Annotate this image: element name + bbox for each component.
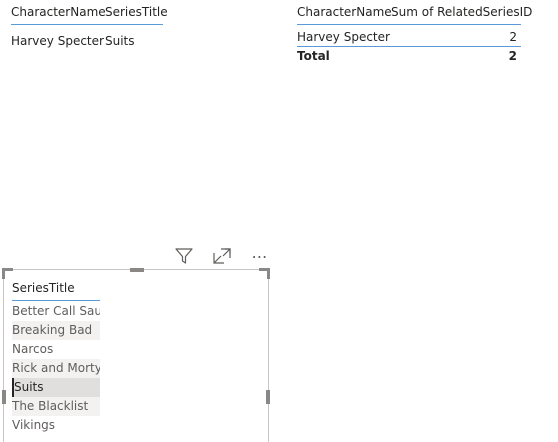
slicer-item[interactable]: Rick and Morty: [12, 359, 100, 378]
slicer-item[interactable]: The Blacklist: [12, 397, 100, 416]
slicer-list: Better Call Saul Breaking Bad Narcos Ric…: [12, 302, 100, 435]
more-options-icon[interactable]: ⋯: [248, 246, 272, 266]
focus-mode-icon[interactable]: [210, 246, 234, 266]
cell-sum-relatedseriesid: 2: [509, 30, 517, 44]
table-header: CharacterName SeriesTitle: [11, 0, 168, 25]
cell-seriestitle: Suits: [105, 34, 135, 48]
character-sum-table: CharacterName Sum of RelatedSeriesID Har…: [297, 0, 532, 65]
slicer-item[interactable]: Breaking Bad: [12, 321, 100, 340]
total-label: Total: [297, 49, 330, 63]
slicer-item[interactable]: Better Call Saul: [12, 302, 100, 321]
cell-charactername: Harvey Specter: [11, 34, 104, 48]
column-header-sum-relatedseriesid[interactable]: Sum of RelatedSeriesID: [391, 5, 536, 19]
filter-icon[interactable]: [172, 246, 196, 266]
resize-handle-left[interactable]: [2, 390, 6, 404]
character-series-table: CharacterName SeriesTitle Harvey Specter…: [11, 0, 168, 53]
resize-handle-top-right[interactable]: [259, 268, 270, 279]
column-header-charactername[interactable]: CharacterName: [11, 5, 106, 19]
table-total-row: Total 2: [297, 47, 521, 65]
column-header-seriestitle[interactable]: SeriesTitle: [105, 5, 168, 19]
cell-charactername: Harvey Specter: [297, 30, 390, 44]
slicer-item[interactable]: Vikings: [12, 416, 100, 435]
resize-handle-top[interactable]: [130, 268, 144, 272]
column-header-charactername[interactable]: CharacterName: [297, 5, 392, 19]
resize-handle-right[interactable]: [266, 390, 270, 404]
total-value: 2: [508, 49, 517, 63]
table-row[interactable]: Harvey Specter 2: [297, 28, 521, 47]
table-row[interactable]: Harvey Specter Suits: [11, 29, 163, 53]
table-header: CharacterName Sum of RelatedSeriesID: [297, 0, 532, 25]
slicer-item[interactable]: Narcos: [12, 340, 100, 359]
visual-header-toolbar: ⋯: [172, 246, 272, 266]
slicer-item-selected[interactable]: Suits: [12, 378, 100, 397]
slicer-title: SeriesTitle: [12, 276, 100, 301]
seriestitle-slicer[interactable]: SeriesTitle Better Call Saul Breaking Ba…: [2, 268, 270, 442]
more-options-glyph: ⋯: [251, 246, 269, 266]
